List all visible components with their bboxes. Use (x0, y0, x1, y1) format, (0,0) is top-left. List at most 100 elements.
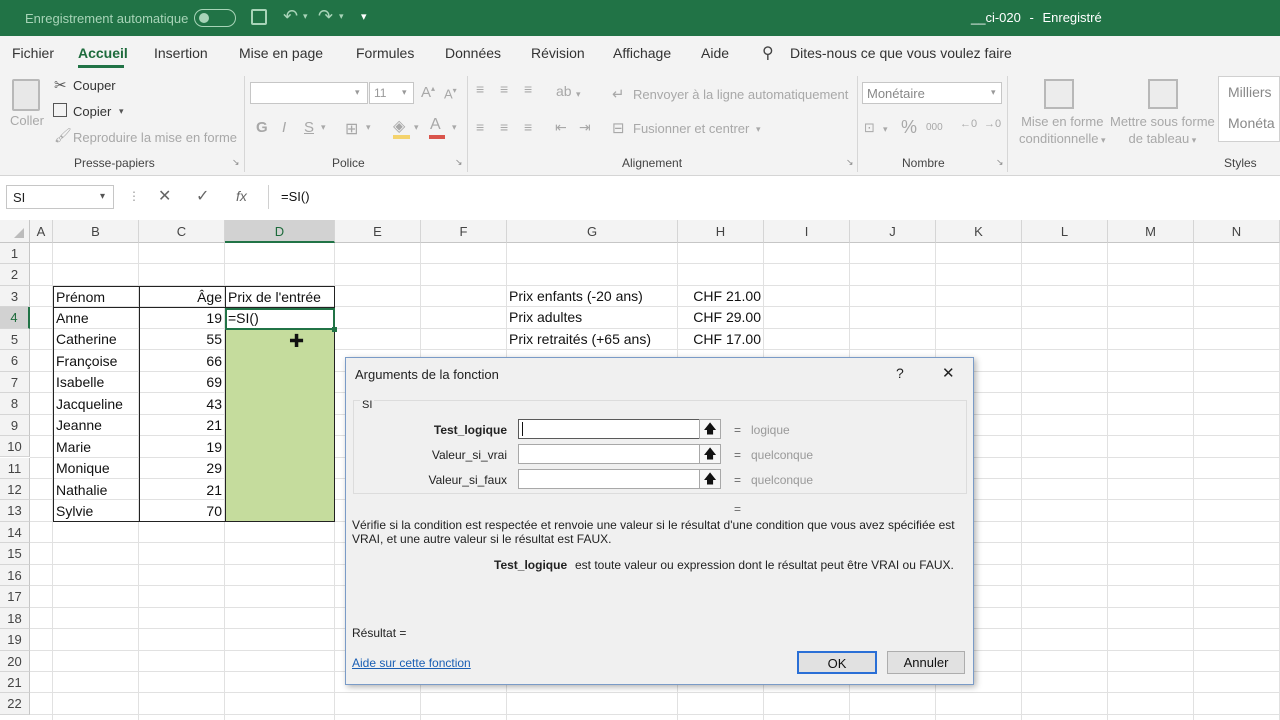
copy-icon[interactable] (53, 103, 67, 117)
bold-button[interactable]: G (256, 119, 268, 136)
cut-button[interactable]: Couper (73, 78, 116, 93)
tab-donnees[interactable]: Données (445, 45, 501, 61)
increase-decimal-icon[interactable]: ←0 (960, 118, 977, 130)
row-header-9[interactable]: 9 (0, 414, 30, 437)
thousands-button[interactable]: 000 (926, 122, 943, 133)
decrease-decimal-icon[interactable]: →0 (984, 118, 1001, 130)
conditional-format-button[interactable]: Mise en forme conditionnelle ▾ (1019, 113, 1106, 149)
conditional-format-icon[interactable] (1044, 79, 1074, 109)
column-header-f[interactable]: F (421, 220, 507, 243)
cancel-button[interactable]: Annuler (887, 651, 965, 674)
column-header-a[interactable]: A (30, 220, 53, 243)
accounting-icon[interactable]: ⊡ (864, 120, 875, 136)
row-header-6[interactable]: 6 (0, 350, 30, 372)
paste-icon[interactable] (12, 79, 40, 111)
formula-input-box[interactable]: =SI() (268, 185, 1280, 209)
underline-dropdown-icon[interactable]: ▾ (321, 122, 326, 133)
font-size-select[interactable]: 11 ▾ (369, 82, 414, 104)
row-header-7[interactable]: 7 (0, 371, 30, 394)
column-header-e[interactable]: E (335, 220, 421, 243)
tab-accueil[interactable]: Accueil (78, 45, 128, 61)
align-center-icon[interactable]: ≡ (500, 119, 508, 135)
increase-indent-icon[interactable]: ⇥ (579, 119, 591, 136)
paste-button[interactable]: Coller (10, 113, 44, 128)
name-box[interactable]: SI ▾ (6, 185, 114, 209)
column-header-d[interactable]: D (225, 220, 335, 243)
collapse-dialog-icon[interactable]: 🡅 (699, 469, 721, 489)
row-header-17[interactable]: 17 (0, 586, 30, 608)
percent-button[interactable]: % (901, 117, 917, 138)
row-header-11[interactable]: 11 (0, 457, 30, 479)
autosave-toggle[interactable] (194, 9, 236, 27)
save-icon[interactable] (251, 9, 267, 25)
column-header-b[interactable]: B (53, 220, 139, 243)
font-color-icon[interactable]: A (430, 116, 441, 134)
number-launcher-icon[interactable]: ↘ (996, 157, 1004, 168)
column-header-c[interactable]: C (139, 220, 225, 243)
redo-icon[interactable]: ↷ (318, 6, 333, 27)
collapse-dialog-icon[interactable]: 🡅 (699, 419, 721, 439)
cell-styles-gallery[interactable]: Milliers Monéta (1218, 76, 1280, 142)
format-painter-icon[interactable]: 🖌 (54, 127, 72, 144)
row-header-8[interactable]: 8 (0, 393, 30, 415)
row-header-20[interactable]: 20 (0, 650, 30, 672)
tell-me-input[interactable]: Dites-nous ce que vous voulez faire (790, 45, 1012, 61)
close-icon[interactable]: ✕ (942, 364, 955, 382)
row-header-12[interactable]: 12 (0, 478, 30, 501)
borders-dropdown-icon[interactable]: ▾ (366, 122, 371, 133)
font-color-dropdown-icon[interactable]: ▾ (452, 122, 457, 133)
row-header-22[interactable]: 22 (0, 693, 30, 715)
test-logique-input[interactable] (518, 419, 700, 439)
column-header-l[interactable]: L (1022, 220, 1108, 243)
row-header-10[interactable]: 10 (0, 436, 30, 458)
row-header-2[interactable]: 2 (0, 264, 30, 286)
row-header-1[interactable]: 1 (0, 243, 30, 265)
format-as-table-button[interactable]: Mettre sous forme de tableau ▾ (1110, 113, 1215, 149)
help-button[interactable]: ? (896, 365, 904, 381)
style-milliers[interactable]: Milliers (1228, 84, 1272, 100)
column-header-m[interactable]: M (1108, 220, 1194, 243)
align-right-icon[interactable]: ≡ (524, 119, 532, 135)
row-header-19[interactable]: 19 (0, 629, 30, 651)
tab-insertion[interactable]: Insertion (154, 45, 208, 61)
align-bottom-icon[interactable]: ≡ (524, 81, 532, 97)
row-header-5[interactable]: 5 (0, 328, 30, 351)
insert-function-icon[interactable]: fx (236, 188, 247, 204)
customize-qat-icon[interactable]: ▾ (361, 10, 367, 23)
format-as-table-icon[interactable] (1148, 79, 1178, 109)
align-middle-icon[interactable]: ≡ (500, 81, 508, 97)
row-header-14[interactable]: 14 (0, 521, 30, 544)
column-header-k[interactable]: K (936, 220, 1022, 243)
align-top-icon[interactable]: ≡ (476, 81, 484, 97)
select-all-button[interactable] (0, 220, 30, 243)
orientation-icon[interactable]: ab (556, 83, 572, 99)
tab-affichage[interactable]: Affichage (613, 45, 671, 61)
undo-icon[interactable]: ↶ (283, 6, 298, 27)
help-link[interactable]: Aide sur cette fonction (352, 656, 471, 670)
copy-button[interactable]: Copier (73, 104, 111, 119)
copy-dropdown-icon[interactable]: ▾ (119, 106, 124, 117)
merge-dropdown-icon[interactable]: ▾ (756, 124, 761, 135)
valeur-si-vrai-input[interactable] (518, 444, 700, 464)
orientation-dropdown-icon[interactable]: ▾ (576, 89, 581, 100)
column-header-n[interactable]: N (1194, 220, 1280, 243)
cut-icon[interactable]: ✂ (54, 76, 67, 94)
font-launcher-icon[interactable]: ↘ (455, 157, 463, 168)
align-left-icon[interactable]: ≡ (476, 119, 484, 135)
tab-mise-en-page[interactable]: Mise en page (239, 45, 323, 61)
tab-aide[interactable]: Aide (701, 45, 729, 61)
redo-dropdown-icon[interactable]: ▾ (339, 11, 344, 22)
column-header-i[interactable]: I (764, 220, 850, 243)
format-painter-button[interactable]: Reproduire la mise en forme (73, 130, 237, 145)
tab-revision[interactable]: Révision (531, 45, 585, 61)
accounting-dropdown-icon[interactable]: ▾ (883, 124, 888, 135)
merge-center-icon[interactable]: ⊟ (612, 119, 625, 137)
decrease-indent-icon[interactable]: ⇤ (555, 119, 567, 136)
clipboard-launcher-icon[interactable]: ↘ (232, 157, 240, 168)
wrap-text-icon[interactable]: ↵ (612, 85, 625, 103)
tab-formules[interactable]: Formules (356, 45, 414, 61)
row-header-18[interactable]: 18 (0, 607, 30, 630)
row-header-21[interactable]: 21 (0, 672, 30, 694)
borders-icon[interactable]: ⊞ (345, 119, 358, 139)
grow-font-icon[interactable]: A▴ (421, 84, 435, 101)
